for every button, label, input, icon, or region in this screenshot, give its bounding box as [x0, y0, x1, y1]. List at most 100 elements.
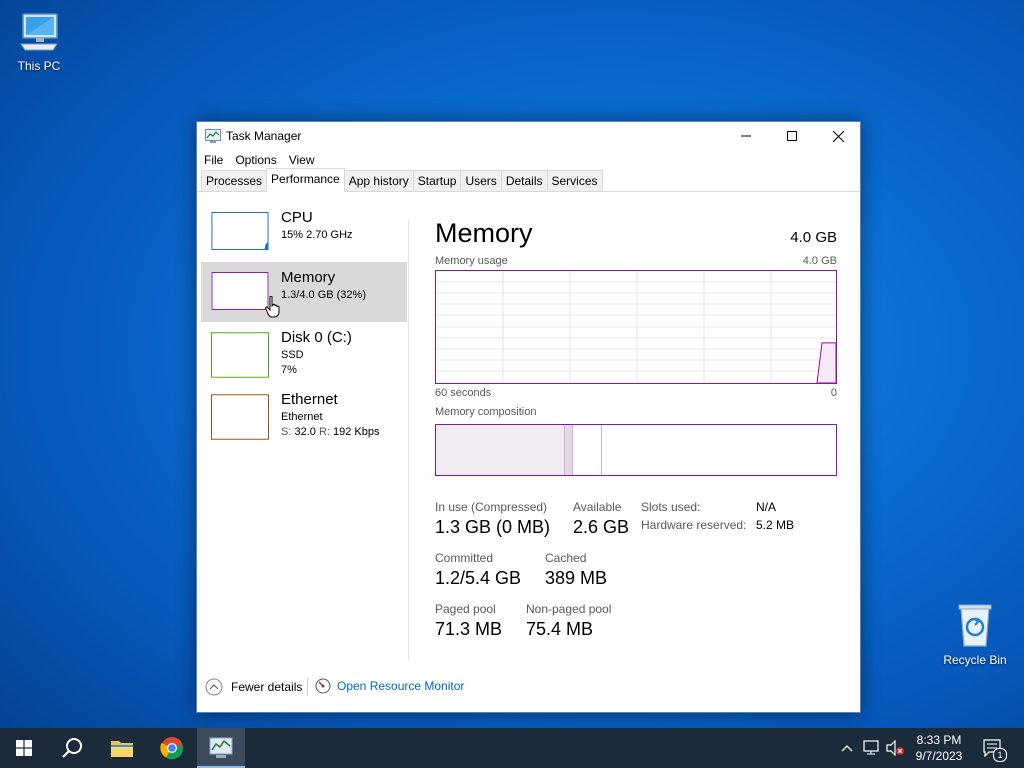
- action-center-button[interactable]: 1: [980, 728, 1007, 768]
- file-explorer-taskbar-button[interactable]: [98, 728, 146, 768]
- volume-button[interactable]: [884, 728, 906, 768]
- available-value: 2.6 GB: [573, 517, 630, 537]
- chevron-up-circle-icon: [205, 678, 223, 696]
- memory-composition-label: Memory composition: [435, 406, 537, 418]
- clock-date: 9/7/2023: [915, 749, 963, 763]
- this-pc-desktop-icon[interactable]: This PC: [4, 10, 74, 73]
- disk-usage-text: 7%: [281, 364, 297, 376]
- cached-label: Cached: [545, 551, 587, 565]
- slots-used-label: Slots used:: [641, 500, 701, 514]
- committed-value: 1.2/5.4 GB: [435, 568, 522, 588]
- task-manager-app-icon: [205, 129, 221, 143]
- slots-used-value: N/A: [756, 500, 777, 514]
- windows-logo-icon: [16, 740, 32, 756]
- memory-total: 4.0 GB: [790, 229, 837, 246]
- cpu-thumbnail-graph: [211, 212, 269, 250]
- cached-value: 389 MB: [545, 568, 608, 588]
- paged-pool-value: 71.3 MB: [435, 619, 503, 639]
- cpu-name: CPU: [281, 209, 313, 226]
- resource-monitor-icon: [315, 678, 331, 694]
- paged-pool-label: Paged pool: [435, 602, 496, 616]
- memory-thumbnail-graph: [211, 272, 269, 310]
- maximize-icon: [787, 131, 797, 141]
- memory-title: Memory: [435, 218, 533, 248]
- search-button[interactable]: [48, 728, 96, 768]
- task-manager-taskbar-button[interactable]: [197, 728, 245, 768]
- tab-strip: Processes Performance App history Startu…: [197, 168, 860, 192]
- window-title: Task Manager: [226, 129, 302, 143]
- chrome-taskbar-button[interactable]: [148, 728, 196, 768]
- non-paged-pool-label: Non-paged pool: [526, 602, 612, 616]
- chrome-icon: [160, 737, 184, 760]
- recycle-bin-label: Recycle Bin: [943, 653, 1007, 667]
- in-use-value: 1.3 GB (0 MB): [435, 517, 551, 537]
- hardware-reserved-value: 5.2 MB: [756, 518, 795, 532]
- resource-list: CPU 15% 2.70 GHz Memory 1.3/4.0 GB (32%)…: [201, 202, 407, 450]
- tab-services[interactable]: Services: [546, 170, 603, 191]
- menu-file[interactable]: File: [201, 150, 229, 170]
- show-hidden-icons-button[interactable]: [838, 728, 856, 768]
- hardware-reserved-label: Hardware reserved:: [641, 518, 747, 532]
- ethernet-thumbnail-graph: [211, 394, 269, 440]
- resource-item-ethernet[interactable]: Ethernet Ethernet S: 32.0 R: 192 Kbps: [201, 388, 407, 450]
- available-label: Available: [573, 500, 622, 514]
- resource-item-memory[interactable]: Memory 1.3/4.0 GB (32%): [201, 262, 407, 322]
- maximize-button[interactable]: [769, 122, 815, 150]
- memory-usage-label: Memory usage: [435, 255, 508, 267]
- tab-processes[interactable]: Processes: [201, 170, 268, 191]
- fewer-details-label: Fewer details: [231, 680, 303, 694]
- search-icon: [62, 738, 82, 758]
- open-resource-monitor-link[interactable]: Open Resource Monitor: [315, 678, 464, 694]
- performance-panel: CPU 15% 2.70 GHz Memory 1.3/4.0 GB (32%)…: [197, 194, 860, 660]
- in-use-label: In use (Compressed): [435, 500, 548, 514]
- menu-bar: File Options View: [197, 150, 860, 170]
- close-button[interactable]: [815, 122, 861, 150]
- resource-item-cpu[interactable]: CPU 15% 2.70 GHz: [201, 202, 407, 262]
- task-manager-icon: [209, 737, 233, 758]
- ethernet-throughput: S: 32.0 R: 192 Kbps: [281, 426, 380, 438]
- disk-type-text: SSD: [281, 349, 304, 361]
- minimize-icon: [741, 135, 751, 137]
- ethernet-send-label: S:: [281, 426, 292, 438]
- resource-item-disk[interactable]: Disk 0 (C:) SSD 7%: [201, 322, 407, 388]
- disk-thumbnail-graph: [211, 332, 269, 378]
- computer-icon: [20, 13, 58, 51]
- fewer-details-button[interactable]: Fewer details: [205, 678, 302, 696]
- window-footer: Fewer details Open Resource Monitor: [197, 672, 860, 702]
- folder-icon: [111, 741, 133, 757]
- footer-separator: [307, 678, 308, 696]
- memory-usage-graph: [435, 270, 837, 384]
- start-button[interactable]: [0, 728, 48, 768]
- volume-muted-icon: [886, 740, 904, 756]
- this-pc-label: This PC: [17, 59, 61, 73]
- taskbar-clock[interactable]: 8:33 PM 9/7/2023: [904, 732, 974, 764]
- tab-startup[interactable]: Startup: [412, 170, 462, 191]
- network-status-button[interactable]: [860, 728, 882, 768]
- menu-view[interactable]: View: [286, 150, 321, 170]
- chevron-up-icon: [841, 745, 853, 752]
- ethernet-receive-label: R:: [318, 426, 330, 438]
- tab-app-history[interactable]: App history: [343, 170, 414, 191]
- tab-performance[interactable]: Performance: [266, 168, 345, 192]
- non-paged-pool-value: 75.4 MB: [526, 619, 594, 639]
- close-icon: [832, 130, 844, 142]
- memory-usage-max: 4.0 GB: [802, 255, 837, 267]
- pane-divider: [408, 220, 409, 660]
- tab-details[interactable]: Details: [500, 170, 548, 191]
- menu-options[interactable]: Options: [232, 150, 282, 170]
- ethernet-adapter-text: Ethernet: [281, 411, 323, 423]
- disk-name: Disk 0 (C:): [281, 329, 352, 346]
- taskbar: 8:33 PM 9/7/2023 1: [0, 728, 1024, 768]
- title-bar[interactable]: Task Manager: [197, 122, 860, 150]
- recycle-bin-desktop-icon[interactable]: Recycle Bin: [940, 602, 1010, 667]
- tab-users[interactable]: Users: [460, 170, 502, 191]
- composition-in-use: [436, 425, 564, 475]
- network-icon: [863, 740, 879, 755]
- notification-count-badge: 1: [993, 748, 1007, 762]
- minimize-button[interactable]: [723, 122, 769, 150]
- composition-standby: [572, 425, 602, 475]
- ethernet-name: Ethernet: [281, 391, 338, 408]
- clock-time: 8:33 PM: [916, 733, 962, 747]
- graph-time-left: 60 seconds: [435, 387, 492, 399]
- recycle-bin-icon: [958, 604, 992, 647]
